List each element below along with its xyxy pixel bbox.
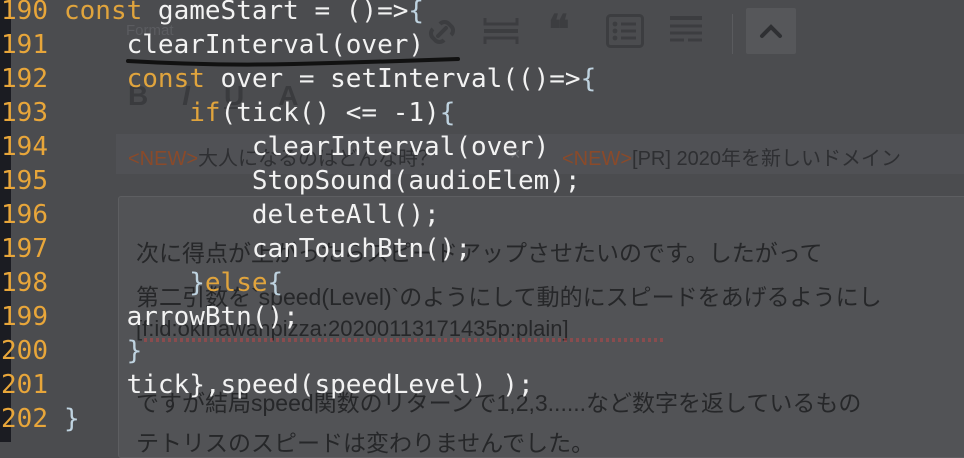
keyword: else [204, 268, 268, 298]
code-line: const gameStart = ()=>{ [64, 0, 424, 28]
brace: } [189, 268, 205, 298]
code-line: if(tick() <= -1){ [64, 96, 455, 130]
code-line: } [64, 334, 143, 368]
brace: { [580, 64, 597, 94]
code-line: arrowBtn(); [64, 302, 299, 332]
line-number: 199 [1, 302, 48, 332]
bulleted-list-icon[interactable] [606, 14, 644, 48]
code-text: (tick() <= -1) [220, 98, 440, 128]
spellcheck-underline [144, 338, 664, 342]
code-line: clearInterval(over) [64, 132, 550, 162]
code-line: StopSound(audioElem); [64, 166, 581, 196]
chevron-up-icon [760, 24, 782, 38]
line-number: 192 [1, 64, 48, 94]
keyword: if [189, 98, 221, 128]
link-icon[interactable] [424, 14, 460, 50]
line-number: 201 [1, 370, 48, 400]
brace: } [64, 404, 80, 434]
blockquote-icon[interactable]: ❝ [548, 6, 570, 53]
keyword: const [64, 0, 143, 26]
line-number: 197 [1, 234, 48, 264]
handwritten-underline [126, 57, 460, 67]
brace: { [439, 98, 456, 128]
line-number: 194 [1, 132, 48, 162]
line-number: 195 [1, 166, 48, 196]
line-number: 198 [1, 268, 48, 298]
brace: } [126, 336, 143, 366]
brace: { [408, 0, 425, 26]
code-line: deleteAll(); [64, 200, 440, 230]
line-number: 200 [1, 336, 48, 366]
related-entry-2[interactable]: <NEW>[PR] 2020年を新しいドメイン [562, 142, 901, 171]
brace: { [267, 268, 284, 298]
line-number: 190 [1, 0, 48, 26]
line-number: 196 [1, 200, 48, 230]
code-text: gameStart = ()=> [142, 0, 409, 26]
code-line: }else{ [64, 266, 283, 300]
table-icon[interactable] [668, 14, 704, 48]
code-line: tick},speed(speedLevel) ); [64, 370, 534, 400]
collapse-toolbar-button[interactable] [746, 8, 796, 54]
line-number: 202 [1, 404, 48, 434]
line-number: 193 [1, 98, 48, 128]
code-line: canTouchBtn(); [64, 234, 471, 264]
code-line: } [64, 402, 80, 436]
related-entry-title: [PR] 2020年を新しいドメイン [632, 148, 901, 170]
body-text-line: テトリスのスピードは変わりませんでした。 [136, 430, 595, 456]
toolbar-divider [732, 14, 733, 54]
horizontal-rule-icon[interactable] [482, 14, 520, 48]
line-number: 191 [1, 30, 48, 60]
